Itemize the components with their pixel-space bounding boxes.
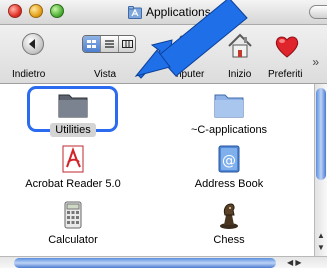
zoom-button[interactable] (50, 4, 64, 18)
window-title-text: Applications (146, 5, 211, 19)
file-item-address-book[interactable]: @ Address Book (174, 144, 284, 190)
file-item-label: Address Book (194, 178, 264, 190)
file-item-label: Utilities (50, 123, 96, 137)
back-arrow-icon (29, 39, 35, 49)
icon-view-button[interactable] (83, 36, 101, 52)
file-item-calculator[interactable]: Calculator (18, 200, 128, 246)
applications-folder-icon (128, 5, 142, 19)
home-label[interactable]: Inizio (228, 69, 251, 80)
favorites-label[interactable]: Preferiti (268, 69, 302, 80)
toolbar-overflow-icon[interactable]: » (312, 55, 319, 69)
back-button[interactable] (22, 33, 44, 55)
file-item-label: ~C-applications (190, 124, 268, 136)
vertical-scrollbar[interactable]: ▲ ▼ (314, 84, 327, 256)
back-label[interactable]: Indietro (12, 69, 45, 80)
calculator-icon (64, 201, 82, 229)
scroll-up-arrow-icon[interactable]: ▲ (315, 230, 327, 242)
chess-icon (220, 203, 238, 229)
title-bar[interactable]: Applications (0, 0, 327, 25)
file-icon-view: Utilities ~C-applications Acrobat Reader… (0, 84, 314, 256)
file-item-utilities[interactable]: Utilities (18, 90, 128, 137)
column-view-button[interactable] (119, 36, 135, 52)
list-view-icon (105, 40, 114, 48)
file-item-label: Acrobat Reader 5.0 (25, 178, 121, 190)
scroll-down-arrow-icon[interactable]: ▼ (315, 242, 327, 254)
file-item-chess[interactable]: Chess (174, 200, 284, 246)
horizontal-scroll-thumb[interactable] (14, 258, 276, 268)
horizontal-scroll-arrows-icon[interactable]: ◀ ▶ (287, 257, 302, 268)
window-title: Applications (128, 4, 211, 20)
file-item-label: Calculator (48, 234, 98, 246)
close-button[interactable] (8, 4, 22, 18)
svg-text:@: @ (222, 153, 236, 169)
toolbar-toggle-button[interactable] (309, 5, 327, 19)
home-icon[interactable] (225, 31, 255, 61)
file-item-acrobat-reader[interactable]: Acrobat Reader 5.0 (18, 144, 128, 190)
finder-window: Applications Indietro Vista nputer Inizi… (0, 0, 327, 268)
icon-view-icon (87, 40, 96, 48)
folder-icon (214, 94, 244, 118)
toolbar: Indietro Vista nputer Inizio Preferiti » (0, 25, 327, 84)
minimize-button[interactable] (29, 4, 43, 18)
address-book-icon: @ (218, 145, 240, 173)
acrobat-icon (62, 145, 84, 173)
list-view-button[interactable] (101, 36, 119, 52)
vertical-scroll-thumb[interactable] (316, 88, 326, 180)
file-item-c-applications[interactable]: ~C-applications (174, 90, 284, 136)
computer-label[interactable]: nputer (176, 69, 204, 80)
column-view-icon (122, 40, 133, 48)
folder-icon (58, 94, 88, 118)
horizontal-scrollbar[interactable]: ◀ ▶ (0, 256, 327, 268)
view-label[interactable]: Vista (94, 69, 116, 80)
computer-icon[interactable] (176, 31, 206, 61)
view-mode-control[interactable] (82, 35, 136, 53)
file-item-label: Chess (213, 234, 245, 246)
favorites-heart-icon[interactable] (272, 31, 302, 61)
